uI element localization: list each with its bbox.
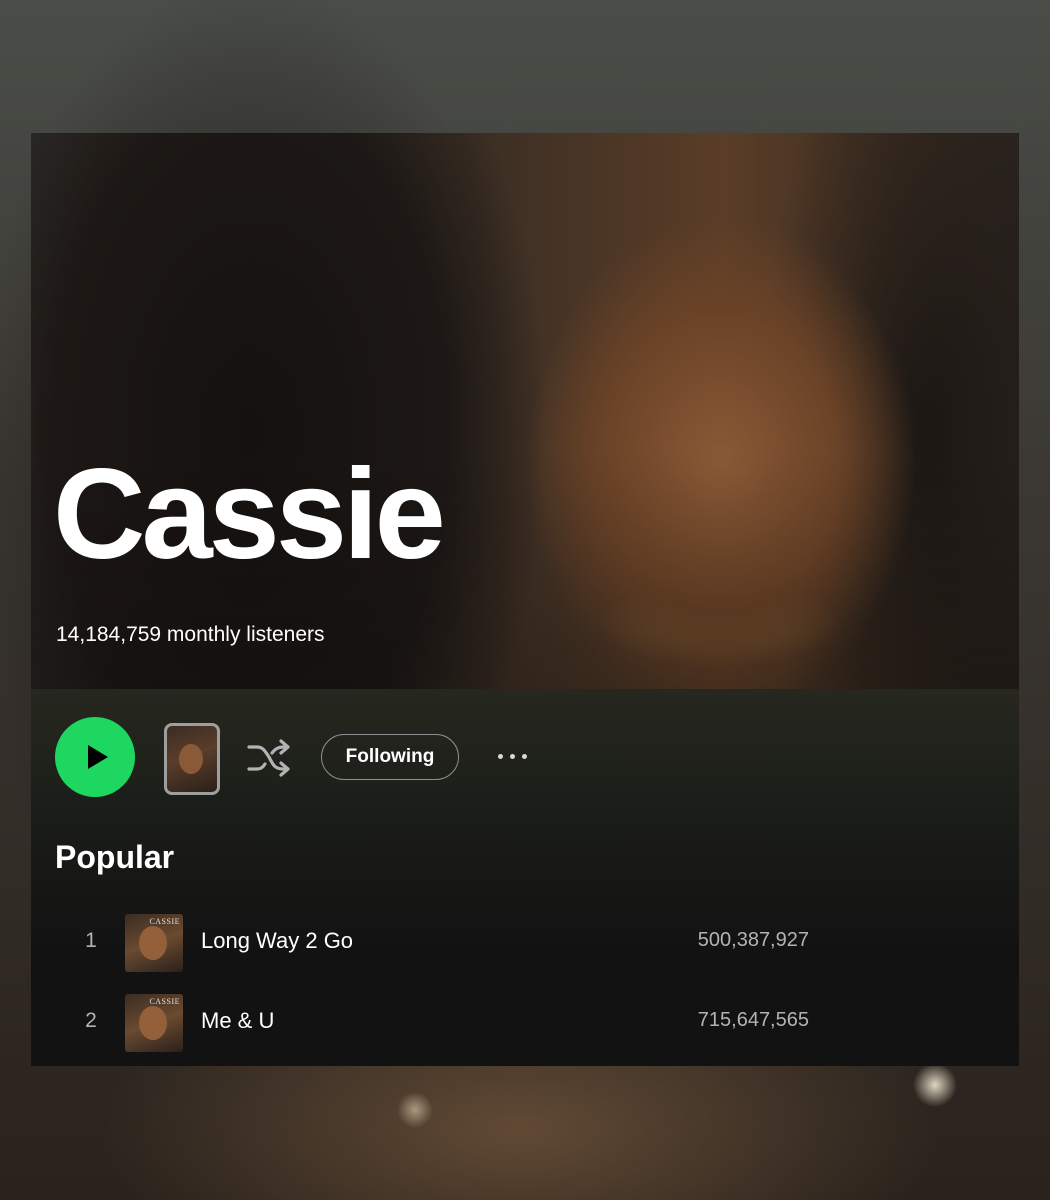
track-cover: CASSIE <box>125 994 183 1052</box>
track-play-count: 500,387,927 <box>697 929 809 951</box>
popular-heading: Popular <box>55 839 175 875</box>
artist-content: Following Popular 1 CASSIE Long Way 2 Go… <box>31 689 1019 1066</box>
more-options-dot <box>509 753 515 759</box>
artist-header-image: Cassie 14,184,759 monthly listeners <box>31 133 1019 689</box>
track-row[interactable]: 1 CASSIE Long Way 2 Go 500,387,927 <box>31 911 1019 975</box>
track-number: 2 <box>85 1009 97 1032</box>
more-options-dot <box>521 753 527 759</box>
track-title[interactable]: Long Way 2 Go <box>201 928 353 954</box>
track-play-count: 715,647,565 <box>697 1009 809 1031</box>
cover-logo-text: CASSIE <box>149 997 180 1006</box>
cover-logo-text: CASSIE <box>149 917 180 926</box>
cover-portrait <box>179 744 203 774</box>
monthly-listeners: 14,184,759 monthly listeners <box>56 623 325 646</box>
artist-page: Cassie 14,184,759 monthly listeners Foll… <box>31 133 1019 1066</box>
shuffle-icon <box>247 739 290 777</box>
more-options-icon <box>497 753 503 759</box>
artist-name: Cassie <box>53 443 446 586</box>
more-options-button[interactable] <box>487 741 537 771</box>
shuffle-button[interactable] <box>245 737 293 781</box>
track-row[interactable]: 2 CASSIE Me & U 715,647,565 <box>31 991 1019 1055</box>
track-number: 1 <box>85 929 97 952</box>
track-title[interactable]: Me & U <box>201 1008 274 1034</box>
action-bar: Following <box>31 689 1019 829</box>
artist-pick-thumbnail[interactable] <box>164 723 220 795</box>
following-button[interactable]: Following <box>321 734 459 780</box>
track-cover: CASSIE <box>125 914 183 972</box>
cover-portrait <box>139 926 167 960</box>
play-icon <box>87 745 108 769</box>
play-button[interactable] <box>55 717 135 797</box>
cover-portrait <box>139 1006 167 1040</box>
